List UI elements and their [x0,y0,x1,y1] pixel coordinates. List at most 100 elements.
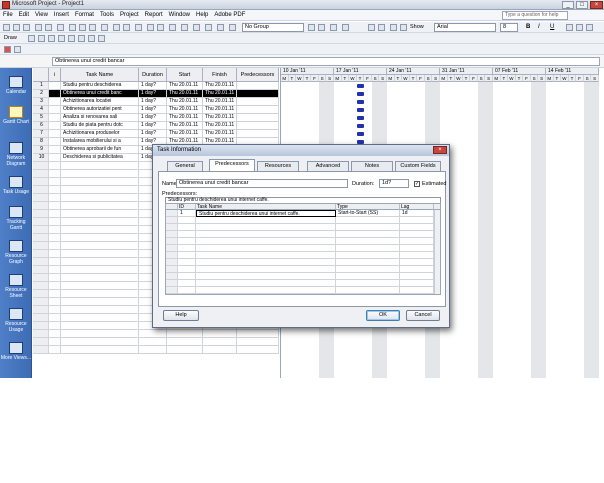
cell-id[interactable] [33,314,49,322]
cell-name[interactable] [61,178,139,186]
task-name-header[interactable]: Task Name [61,68,139,82]
pred-cell-id[interactable] [178,287,196,294]
view-network-diagram[interactable]: Network Diagram [0,142,32,167]
cell-id[interactable]: 9 [33,146,49,154]
cell-id[interactable] [33,282,49,290]
cell-name[interactable] [61,242,139,250]
table-row[interactable]: 2 Obtinerea unui credit banc 1 day? Thu 20.… [33,90,279,98]
cell-duration[interactable]: 1 day? [139,106,167,114]
tab-custom-fields[interactable]: Custom Fields [395,161,441,171]
pred-cell-lag[interactable] [400,259,434,266]
tab-general[interactable]: General [167,161,203,171]
duration-stepper[interactable]: 1d? [379,179,409,188]
font-size-select[interactable]: 8 [500,23,518,32]
cell-indicator[interactable] [49,322,61,330]
zoom-out-icon[interactable] [318,24,325,31]
font-select[interactable]: Arial [434,23,496,32]
cell-duration[interactable]: 1 day? [139,90,167,98]
pred-cell-type[interactable]: Start-to-Start (SS) [336,210,400,217]
pred-cell-id[interactable] [178,245,196,252]
menu-help[interactable]: Help [193,10,211,21]
cell-indicator[interactable] [49,122,61,130]
task-name-field[interactable]: Obtinerea unui credit bancar [176,179,348,188]
pred-cell-name[interactable] [196,217,336,224]
table-row[interactable] [33,338,279,346]
cell-duration[interactable]: 1 day? [139,130,167,138]
cell-duration[interactable]: 1 day? [139,114,167,122]
cell-indicator[interactable] [49,138,61,146]
cell-pred[interactable] [237,122,279,130]
indicators-header[interactable]: i [49,68,61,82]
cell-id[interactable] [33,178,49,186]
view-calendar[interactable]: Calendar [0,76,32,95]
cancel-button[interactable]: Cancel [406,310,440,321]
cell-indicator[interactable] [49,170,61,178]
menu-window[interactable]: Window [166,10,193,21]
menu-format[interactable]: Format [72,10,97,21]
minimize-button[interactable]: _ [562,1,574,9]
link-icon[interactable] [113,24,120,31]
cell-finish[interactable]: Thu 20.01.11 [203,114,237,122]
cell-name[interactable] [61,170,139,178]
cell-name[interactable] [61,298,139,306]
pred-cell-id[interactable] [178,259,196,266]
cell-name[interactable] [61,194,139,202]
indent-icon[interactable] [378,24,385,31]
pred-cell-lag[interactable]: 1d [400,210,434,217]
assign-resources-icon[interactable] [169,24,176,31]
line-icon[interactable] [28,35,35,42]
cell-indicator[interactable] [49,290,61,298]
pred-cell-lag[interactable] [400,266,434,273]
cell-id[interactable]: 2 [33,90,49,98]
split-icon[interactable] [135,24,142,31]
pred-cell-type[interactable] [336,224,400,231]
pred-cell-name[interactable] [196,224,336,231]
dialog-close-button[interactable]: × [433,146,447,154]
cell-id[interactable]: 7 [33,130,49,138]
cell-id[interactable] [33,202,49,210]
cell-name[interactable] [61,266,139,274]
cell-id[interactable] [33,322,49,330]
cell-finish[interactable]: Thu 20.01.11 [203,98,237,106]
cell-id[interactable] [33,346,49,354]
cell-indicator[interactable] [49,114,61,122]
cell-id[interactable] [33,250,49,258]
cell-name[interactable]: Deschiderea si publicitatea [61,154,139,162]
cell-duration[interactable]: 1 day? [139,98,167,106]
show-menu[interactable]: Show [410,24,424,30]
pred-cell-name[interactable] [196,273,336,280]
cell-pred[interactable] [237,98,279,106]
duration-header[interactable]: Duration [139,68,167,82]
cell-indicator[interactable] [49,226,61,234]
pred-cell-lag[interactable] [400,224,434,231]
cell-id[interactable] [33,290,49,298]
pred-row-header[interactable] [166,238,178,245]
gantt-task-bar[interactable] [357,132,364,136]
cell-name[interactable] [61,306,139,314]
pred-cell-lag[interactable] [400,287,434,294]
pred-cell-type[interactable] [336,252,400,259]
cell-name[interactable] [61,234,139,242]
new-icon[interactable] [3,24,10,31]
gantt-task-bar[interactable] [357,116,364,120]
pred-cell-lag[interactable] [400,273,434,280]
cell-indicator[interactable] [49,274,61,282]
filter-icon[interactable] [229,24,236,31]
cell-indicator[interactable] [49,210,61,218]
view-gantt-chart[interactable]: Gantt Chart [0,106,32,125]
pred-row-header[interactable] [166,245,178,252]
maximize-button[interactable]: □ [576,1,588,9]
cell-pred[interactable] [237,82,279,90]
outdent-icon[interactable] [368,24,375,31]
cell-pred[interactable] [237,330,279,338]
cell-id[interactable] [33,330,49,338]
cell-start[interactable]: Thu 20.01.11 [167,130,203,138]
cell-finish[interactable]: Thu 20.01.11 [203,106,237,114]
cell-duration[interactable] [139,346,167,354]
pred-cell-type[interactable] [336,245,400,252]
table-row[interactable] [33,330,279,338]
cell-id[interactable]: 10 [33,154,49,162]
cell-indicator[interactable] [49,162,61,170]
cell-name[interactable]: Studiu de piata pentru dotc [61,122,139,130]
cell-id[interactable] [33,266,49,274]
